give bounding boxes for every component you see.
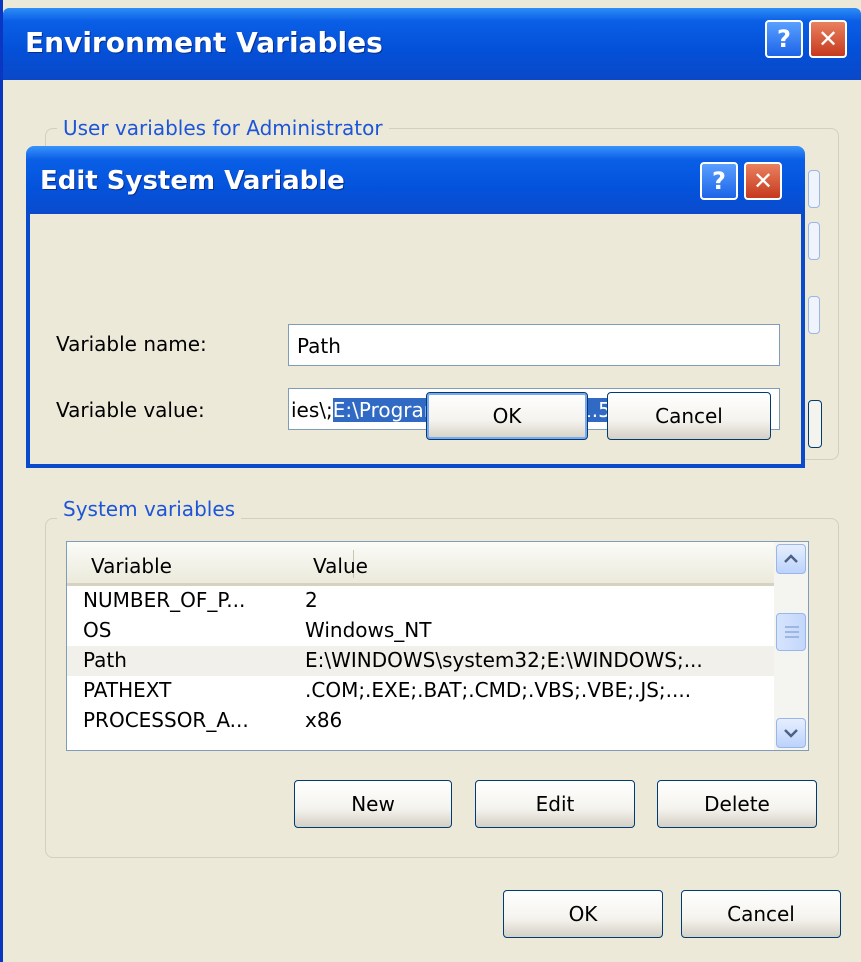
- environment-variables-window: Environment Variables ? ✕ User variables…: [0, 0, 861, 962]
- user-list-scroll-remnant: [808, 222, 820, 260]
- help-icon[interactable]: ?: [765, 20, 803, 58]
- table-row[interactable]: NUMBER_OF_P... 2: [67, 586, 774, 616]
- row-variable-name: NUMBER_OF_P...: [83, 588, 246, 612]
- row-variable-value: .COM;.EXE;.BAT;.CMD;.VBS;.VBE;.JS;....: [305, 678, 692, 702]
- row-variable-value: E:\WINDOWS\system32;E:\WINDOWS;...: [305, 648, 703, 672]
- grip-icon: [785, 631, 799, 633]
- column-header-value[interactable]: Value: [313, 554, 368, 578]
- system-variables-list[interactable]: Variable Value NUMBER_OF_P... 2 OS Windo…: [66, 541, 809, 751]
- table-row[interactable]: OS Windows_NT: [67, 616, 774, 646]
- grip-icon: [785, 626, 799, 628]
- edit-ok-button[interactable]: OK: [426, 392, 588, 440]
- edit-cancel-button[interactable]: Cancel: [607, 392, 771, 440]
- table-row-selected[interactable]: Path E:\WINDOWS\system32;E:\WINDOWS;...: [67, 646, 774, 676]
- row-variable-name: Path: [83, 648, 127, 672]
- column-header-variable[interactable]: Variable: [91, 554, 172, 578]
- env-ok-button[interactable]: OK: [503, 890, 663, 938]
- close-icon[interactable]: ✕: [744, 162, 782, 200]
- help-icon[interactable]: ?: [700, 162, 738, 200]
- user-variables-label: User variables for Administrator: [57, 116, 389, 140]
- variable-value-prefix: ies\;: [291, 398, 333, 422]
- list-header: Variable Value: [67, 542, 774, 586]
- env-window-title: Environment Variables: [25, 26, 383, 59]
- delete-button[interactable]: Delete: [657, 780, 817, 828]
- table-row[interactable]: PROCESSOR_A... x86: [67, 706, 774, 736]
- row-variable-value: Windows_NT: [305, 618, 432, 642]
- close-icon[interactable]: ✕: [809, 20, 847, 58]
- env-cancel-button[interactable]: Cancel: [681, 890, 841, 938]
- row-variable-value: x86: [305, 708, 343, 732]
- row-variable-value: 2: [305, 588, 318, 612]
- scroll-down-icon[interactable]: [776, 718, 806, 748]
- row-variable-name: OS: [83, 618, 112, 642]
- scroll-up-icon[interactable]: [776, 544, 806, 574]
- user-delete-button-remnant: [808, 400, 822, 448]
- variable-name-value: Path: [297, 334, 341, 358]
- variable-value-label: Variable value:: [56, 398, 205, 422]
- system-variables-label: System variables: [57, 497, 242, 521]
- grip-icon: [785, 636, 799, 638]
- edit-button[interactable]: Edit: [475, 780, 635, 828]
- env-titlebar[interactable]: Environment Variables ? ✕: [3, 8, 861, 80]
- table-row[interactable]: PATHEXT .COM;.EXE;.BAT;.CMD;.VBS;.VBE;.J…: [67, 676, 774, 706]
- edit-dialog-titlebar[interactable]: Edit System Variable ? ✕: [26, 146, 805, 214]
- row-variable-name: PATHEXT: [83, 678, 172, 702]
- new-button[interactable]: New: [294, 780, 452, 828]
- variable-name-label: Variable name:: [56, 332, 207, 356]
- edit-dialog-title: Edit System Variable: [40, 166, 345, 196]
- user-list-scroll-remnant: [808, 170, 820, 208]
- user-list-scroll-remnant: [808, 296, 820, 334]
- row-variable-name: PROCESSOR_A...: [83, 708, 249, 732]
- variable-name-input[interactable]: Path: [288, 324, 780, 366]
- vertical-scrollbar[interactable]: [774, 542, 808, 750]
- scroll-thumb[interactable]: [776, 613, 806, 651]
